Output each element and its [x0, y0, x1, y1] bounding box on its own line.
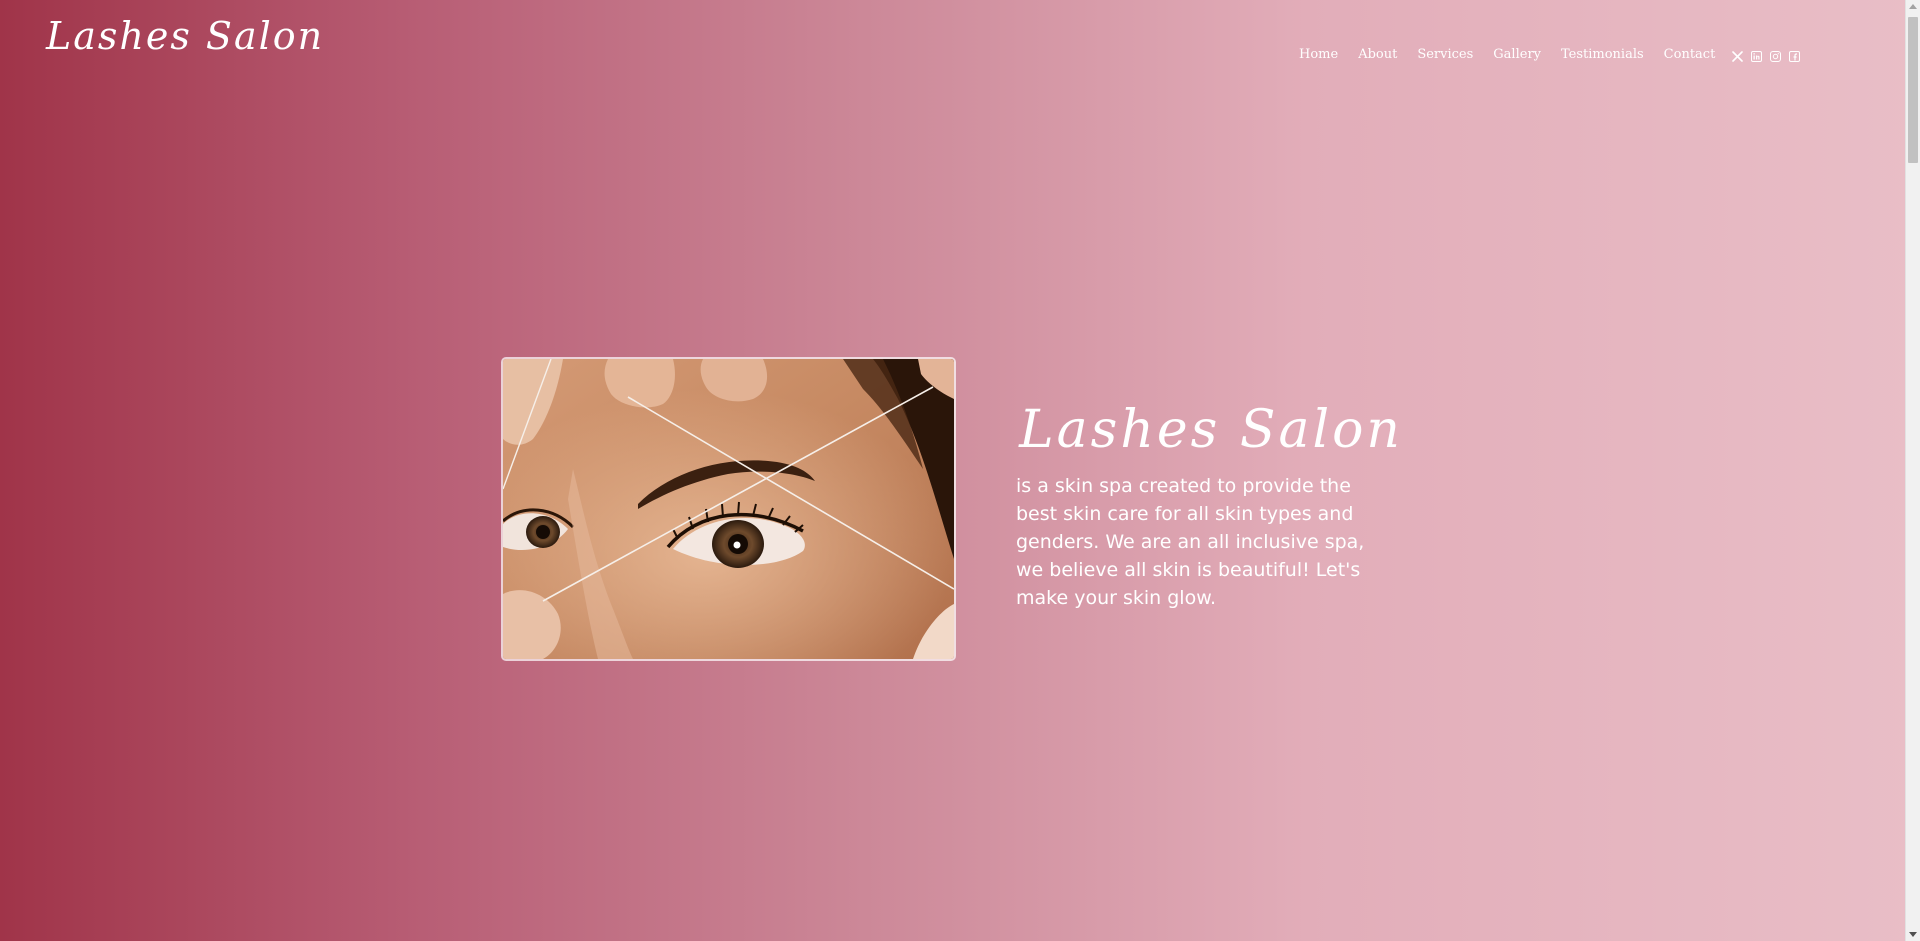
- linkedin-icon[interactable]: [1750, 50, 1762, 62]
- nav-contact[interactable]: Contact: [1664, 47, 1716, 62]
- vertical-scrollbar[interactable]: [1905, 0, 1920, 941]
- eyebrow-threading-photo: [503, 359, 954, 659]
- scroll-up-icon[interactable]: [1909, 4, 1917, 9]
- eyebrow-threading-photo-icon: [503, 359, 954, 659]
- x-icon[interactable]: [1731, 50, 1743, 62]
- facebook-icon[interactable]: [1788, 50, 1800, 62]
- hero-title: Lashes Salon: [1019, 400, 1403, 460]
- scroll-thumb[interactable]: [1908, 17, 1918, 163]
- instagram-icon[interactable]: [1769, 50, 1781, 62]
- site-logo[interactable]: Lashes Salon: [46, 14, 324, 58]
- nav-testimonials[interactable]: Testimonials: [1561, 47, 1644, 62]
- nav-gallery[interactable]: Gallery: [1493, 47, 1541, 62]
- scroll-down-icon[interactable]: [1909, 932, 1917, 937]
- hero-description: is a skin spa created to provide the bes…: [1016, 475, 1365, 609]
- nav-home[interactable]: Home: [1299, 47, 1338, 62]
- social-links: [1731, 50, 1800, 62]
- main-nav: Home About Services Gallery Testimonials…: [1299, 47, 1715, 62]
- nav-services[interactable]: Services: [1417, 47, 1473, 62]
- nav-about[interactable]: About: [1358, 47, 1397, 62]
